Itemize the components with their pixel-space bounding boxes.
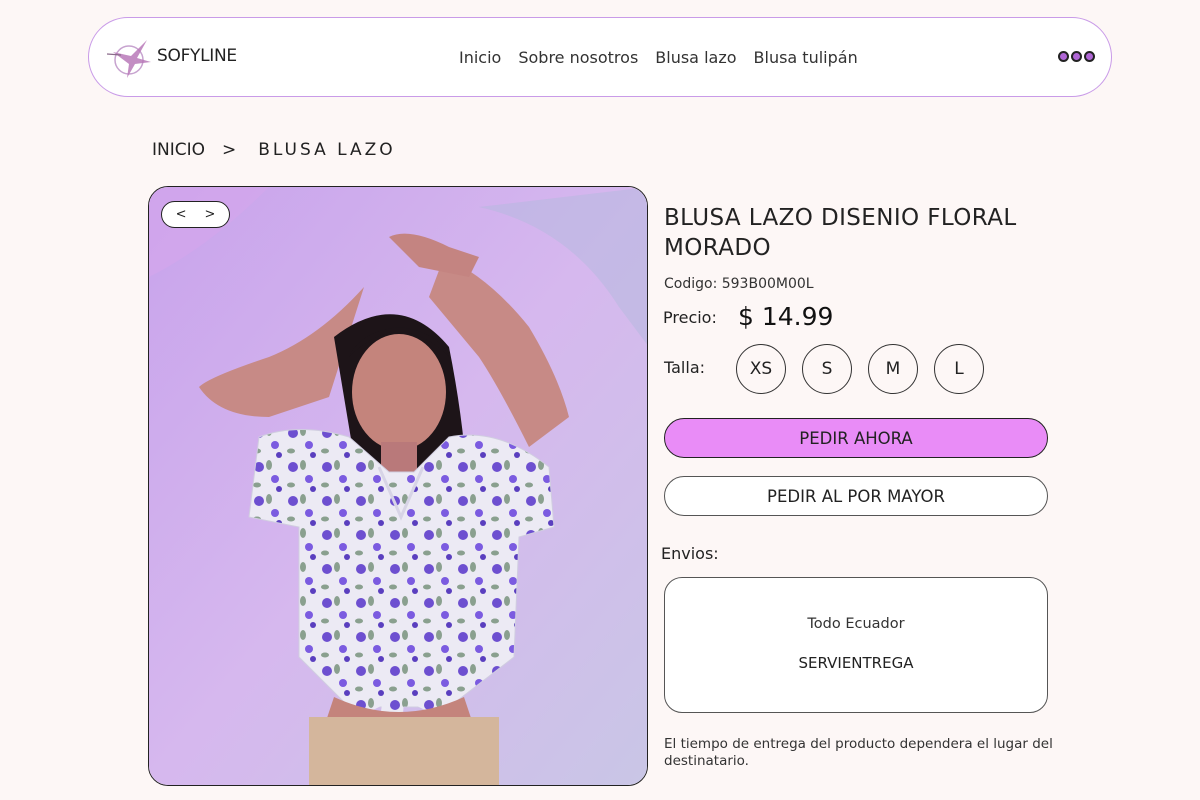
- breadcrumb: INICIO > BLUSA LAZO: [152, 140, 396, 160]
- nav-item-blusa-lazo[interactable]: Blusa lazo: [655, 48, 736, 67]
- shipping-carrier: SERVIENTREGA: [798, 654, 914, 672]
- product-title: BLUSA LAZO DISENIO FLORAL MORADO: [664, 205, 1017, 261]
- size-label: Talla:: [664, 358, 706, 377]
- product-image: < >: [148, 186, 648, 786]
- order-now-button[interactable]: PEDIR AHORA: [664, 418, 1048, 458]
- more-menu-icon[interactable]: [1058, 51, 1095, 62]
- size-option-m[interactable]: M: [868, 344, 918, 394]
- price-value: $ 14.99: [738, 302, 834, 331]
- nav-item-sobre-nosotros[interactable]: Sobre nosotros: [518, 48, 638, 67]
- size-options: XS S M L: [736, 344, 984, 394]
- breadcrumb-home[interactable]: INICIO: [152, 140, 205, 160]
- main-nav: Inicio Sobre nosotros Blusa lazo Blusa t…: [459, 48, 858, 67]
- shipping-coverage: Todo Ecuador: [807, 616, 905, 632]
- delivery-note: El tiempo de entrega del producto depend…: [664, 736, 1053, 769]
- brand-name[interactable]: SOFYLINE: [157, 46, 237, 66]
- product-code: Codigo: 593B00M00L: [664, 276, 814, 292]
- chevron-left-icon[interactable]: <: [176, 207, 187, 222]
- size-option-xs[interactable]: XS: [736, 344, 786, 394]
- hummingbird-logo-icon[interactable]: [106, 32, 153, 82]
- shipping-label: Envios:: [661, 544, 719, 563]
- price-label: Precio:: [663, 308, 717, 327]
- order-wholesale-button[interactable]: PEDIR AL POR MAYOR: [664, 476, 1048, 516]
- shipping-info-box: Todo Ecuador SERVIENTREGA: [664, 577, 1048, 713]
- size-option-s[interactable]: S: [802, 344, 852, 394]
- site-header: SOFYLINE Inicio Sobre nosotros Blusa laz…: [88, 17, 1112, 97]
- size-option-l[interactable]: L: [934, 344, 984, 394]
- breadcrumb-current: BLUSA LAZO: [258, 140, 396, 160]
- nav-item-inicio[interactable]: Inicio: [459, 48, 501, 67]
- breadcrumb-separator: >: [222, 140, 237, 160]
- chevron-right-icon[interactable]: >: [205, 207, 216, 222]
- image-carousel-controls: < >: [161, 201, 230, 228]
- nav-item-blusa-tulipan[interactable]: Blusa tulipán: [754, 48, 858, 67]
